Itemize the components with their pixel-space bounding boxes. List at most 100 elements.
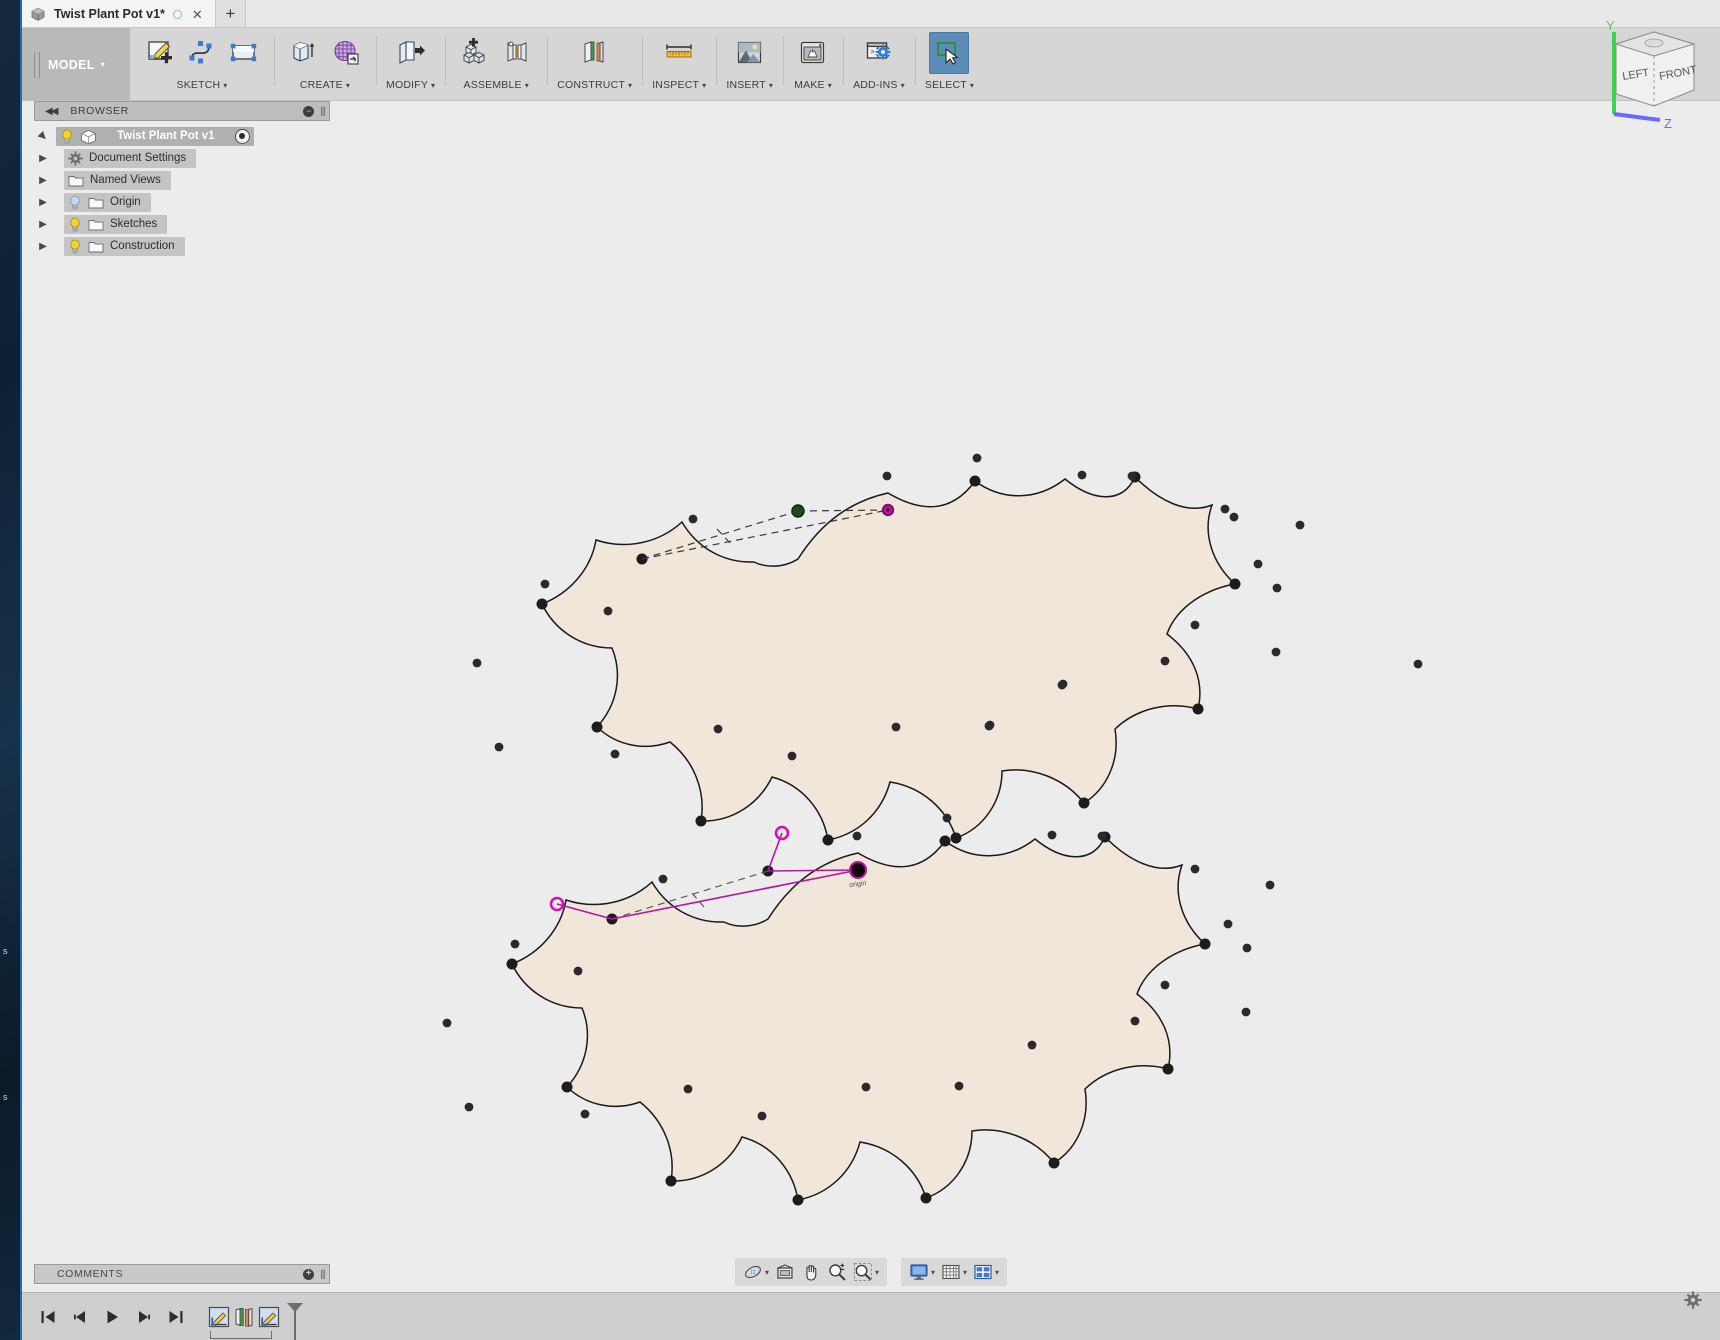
workspace-selector[interactable]: MODEL ▾ — [22, 28, 130, 101]
chevron-down-icon[interactable]: ▾ — [963, 1268, 967, 1277]
browser-header: ◀◀ BROWSER − ||| — [34, 101, 330, 121]
scripts-addins-icon: >_ — [866, 42, 891, 60]
cube-icon — [30, 6, 46, 22]
tree-row-document-settings[interactable]: ▶ Document Settings — [34, 147, 330, 169]
double-left-arrow-icon[interactable]: ◀◀ — [45, 106, 58, 117]
chevron-down-icon: ▾ — [627, 80, 633, 90]
tree-item-root[interactable]: Twist Plant Pot v1 — [56, 126, 254, 146]
ribbon-group-label-select[interactable]: SELECT ▾ — [925, 79, 974, 91]
sketch-feature-icon[interactable] — [258, 1306, 280, 1328]
expand-arrow-icon[interactable]: ▶ — [33, 126, 54, 147]
joint-icon — [507, 41, 527, 62]
3d-print-button[interactable] — [793, 32, 833, 74]
ribbon-group-label-insert[interactable]: INSERT ▾ — [726, 79, 773, 91]
rectangle-button[interactable] — [224, 32, 264, 74]
model-canvas[interactable]: origin — [22, 101, 1720, 1241]
chevron-down-icon: ▾ — [900, 80, 905, 90]
tree-item-sketches[interactable]: Sketches — [64, 214, 168, 234]
step-forward-icon[interactable] — [134, 1307, 154, 1327]
ribbon-group-label-addins[interactable]: ADD-INS ▾ — [853, 79, 905, 91]
view-cube[interactable]: Y Z LEFT FRONT — [1582, 6, 1710, 139]
tree-item-named-views[interactable]: Named Views — [64, 170, 171, 190]
tree-row-root[interactable]: ▶ Twist Plant Pot v1 — [34, 125, 330, 147]
ribbon-group-label-create[interactable]: CREATE ▾ — [300, 79, 350, 91]
lightbulb-off-icon[interactable] — [68, 195, 82, 210]
lightbulb-on-icon[interactable] — [60, 129, 74, 144]
go-to-end-icon[interactable] — [166, 1307, 186, 1327]
press-pull-icon — [399, 41, 425, 64]
chevron-down-icon[interactable]: ▾ — [875, 1268, 879, 1277]
tree-row-sketches[interactable]: ▶ Sketches — [34, 213, 330, 235]
tree-item-origin[interactable]: Origin — [64, 192, 151, 212]
sketch-feature-icon[interactable] — [208, 1306, 230, 1328]
extrude-button[interactable] — [284, 32, 324, 74]
scripts-addins-button[interactable]: >_ — [859, 32, 899, 74]
new-component-button[interactable] — [455, 32, 495, 74]
lightbulb-on-icon[interactable] — [68, 217, 82, 232]
tree-row-origin[interactable]: ▶ Origin — [34, 191, 330, 213]
create-sketch-button[interactable] — [140, 32, 180, 74]
ribbon-group-label-modify[interactable]: MODIFY ▾ — [386, 79, 435, 91]
spline-button[interactable] — [182, 32, 222, 74]
expand-arrow-icon[interactable]: ▶ — [34, 219, 52, 230]
new-tab-button[interactable]: + — [215, 0, 246, 28]
comments-panel[interactable]: COMMENTS + ||| — [34, 1264, 330, 1284]
timeline-settings-gear-icon[interactable] — [1684, 1291, 1702, 1314]
look-at-button[interactable] — [773, 1260, 797, 1284]
ribbon-group-label-sketch[interactable]: SKETCH ▾ — [176, 79, 227, 91]
y-axis-label: Y — [1606, 18, 1615, 33]
go-to-beginning-icon[interactable] — [38, 1307, 58, 1327]
measure-button[interactable] — [659, 32, 699, 74]
offset-plane-button[interactable] — [575, 32, 615, 74]
expand-arrow-icon[interactable]: ▶ — [34, 197, 52, 208]
timeline-marker[interactable] — [286, 1302, 304, 1340]
joint-button[interactable] — [497, 32, 537, 74]
minimize-icon[interactable]: − — [303, 105, 315, 117]
close-icon[interactable]: ✕ — [190, 8, 205, 21]
select-cursor-icon — [937, 42, 959, 65]
ribbon-label-text: SKETCH — [176, 79, 221, 91]
chevron-down-icon[interactable]: ▾ — [931, 1268, 935, 1277]
step-back-icon[interactable] — [70, 1307, 90, 1327]
origin-point[interactable] — [849, 861, 867, 879]
ribbon-group-label-make[interactable]: MAKE ▾ — [794, 79, 832, 91]
display-settings-button[interactable]: ▾ — [907, 1260, 937, 1284]
document-tab[interactable]: Twist Plant Pot v1* ✕ — [22, 0, 216, 28]
desktop-icon: s — [3, 1092, 8, 1102]
profile-outline[interactable] — [510, 835, 1207, 1201]
grid-snap-button[interactable]: ▾ — [939, 1260, 969, 1284]
profile-outline[interactable] — [540, 475, 1237, 841]
chevron-down-icon[interactable]: ▾ — [995, 1268, 999, 1277]
orbit-button[interactable]: ▾ — [741, 1260, 771, 1284]
gear-icon — [68, 150, 83, 166]
expand-arrow-icon[interactable]: ▶ — [34, 241, 52, 252]
zoom-window-button[interactable]: ▾ — [851, 1260, 881, 1284]
mesh-create-button[interactable] — [326, 32, 366, 74]
ribbon-group-label-construct[interactable]: CONSTRUCT ▾ — [557, 79, 632, 91]
viewports-button[interactable]: ▾ — [971, 1260, 1001, 1284]
lightbulb-on-icon[interactable] — [68, 239, 82, 254]
resize-grip-icon[interactable]: ||| — [320, 106, 326, 117]
chevron-down-icon[interactable]: ▾ — [765, 1268, 769, 1277]
pan-button[interactable] — [799, 1260, 823, 1284]
tree-row-construction[interactable]: ▶ Construction — [34, 235, 330, 257]
expand-arrow-icon[interactable]: ▶ — [34, 153, 52, 164]
add-comment-icon[interactable]: + — [303, 1268, 315, 1280]
radio-active-icon[interactable] — [234, 128, 250, 144]
tree-item-construction[interactable]: Construction — [64, 236, 185, 256]
application-window: Twist Plant Pot v1* ✕ + MODEL ▾ SKETCH ▾… — [22, 0, 1720, 1340]
tree-row-named-views[interactable]: ▶ Named Views — [34, 169, 330, 191]
expand-arrow-icon[interactable]: ▶ — [34, 175, 52, 186]
resize-grip-icon[interactable]: ||| — [320, 1269, 326, 1280]
tree-item-document-settings[interactable]: Document Settings — [64, 148, 197, 168]
folder-icon — [88, 196, 104, 209]
ribbon-group-label-inspect[interactable]: INSPECT ▾ — [652, 79, 706, 91]
zoom-button[interactable] — [825, 1260, 849, 1284]
select-button[interactable] — [929, 32, 970, 74]
insert-image-button[interactable] — [730, 32, 770, 74]
ribbon-group-label-assemble[interactable]: ASSEMBLE ▾ — [464, 79, 529, 91]
z-axis-label: Z — [1664, 116, 1672, 131]
press-pull-button[interactable] — [391, 32, 431, 74]
play-icon[interactable] — [102, 1307, 122, 1327]
offset-plane-feature-icon[interactable] — [233, 1306, 255, 1328]
